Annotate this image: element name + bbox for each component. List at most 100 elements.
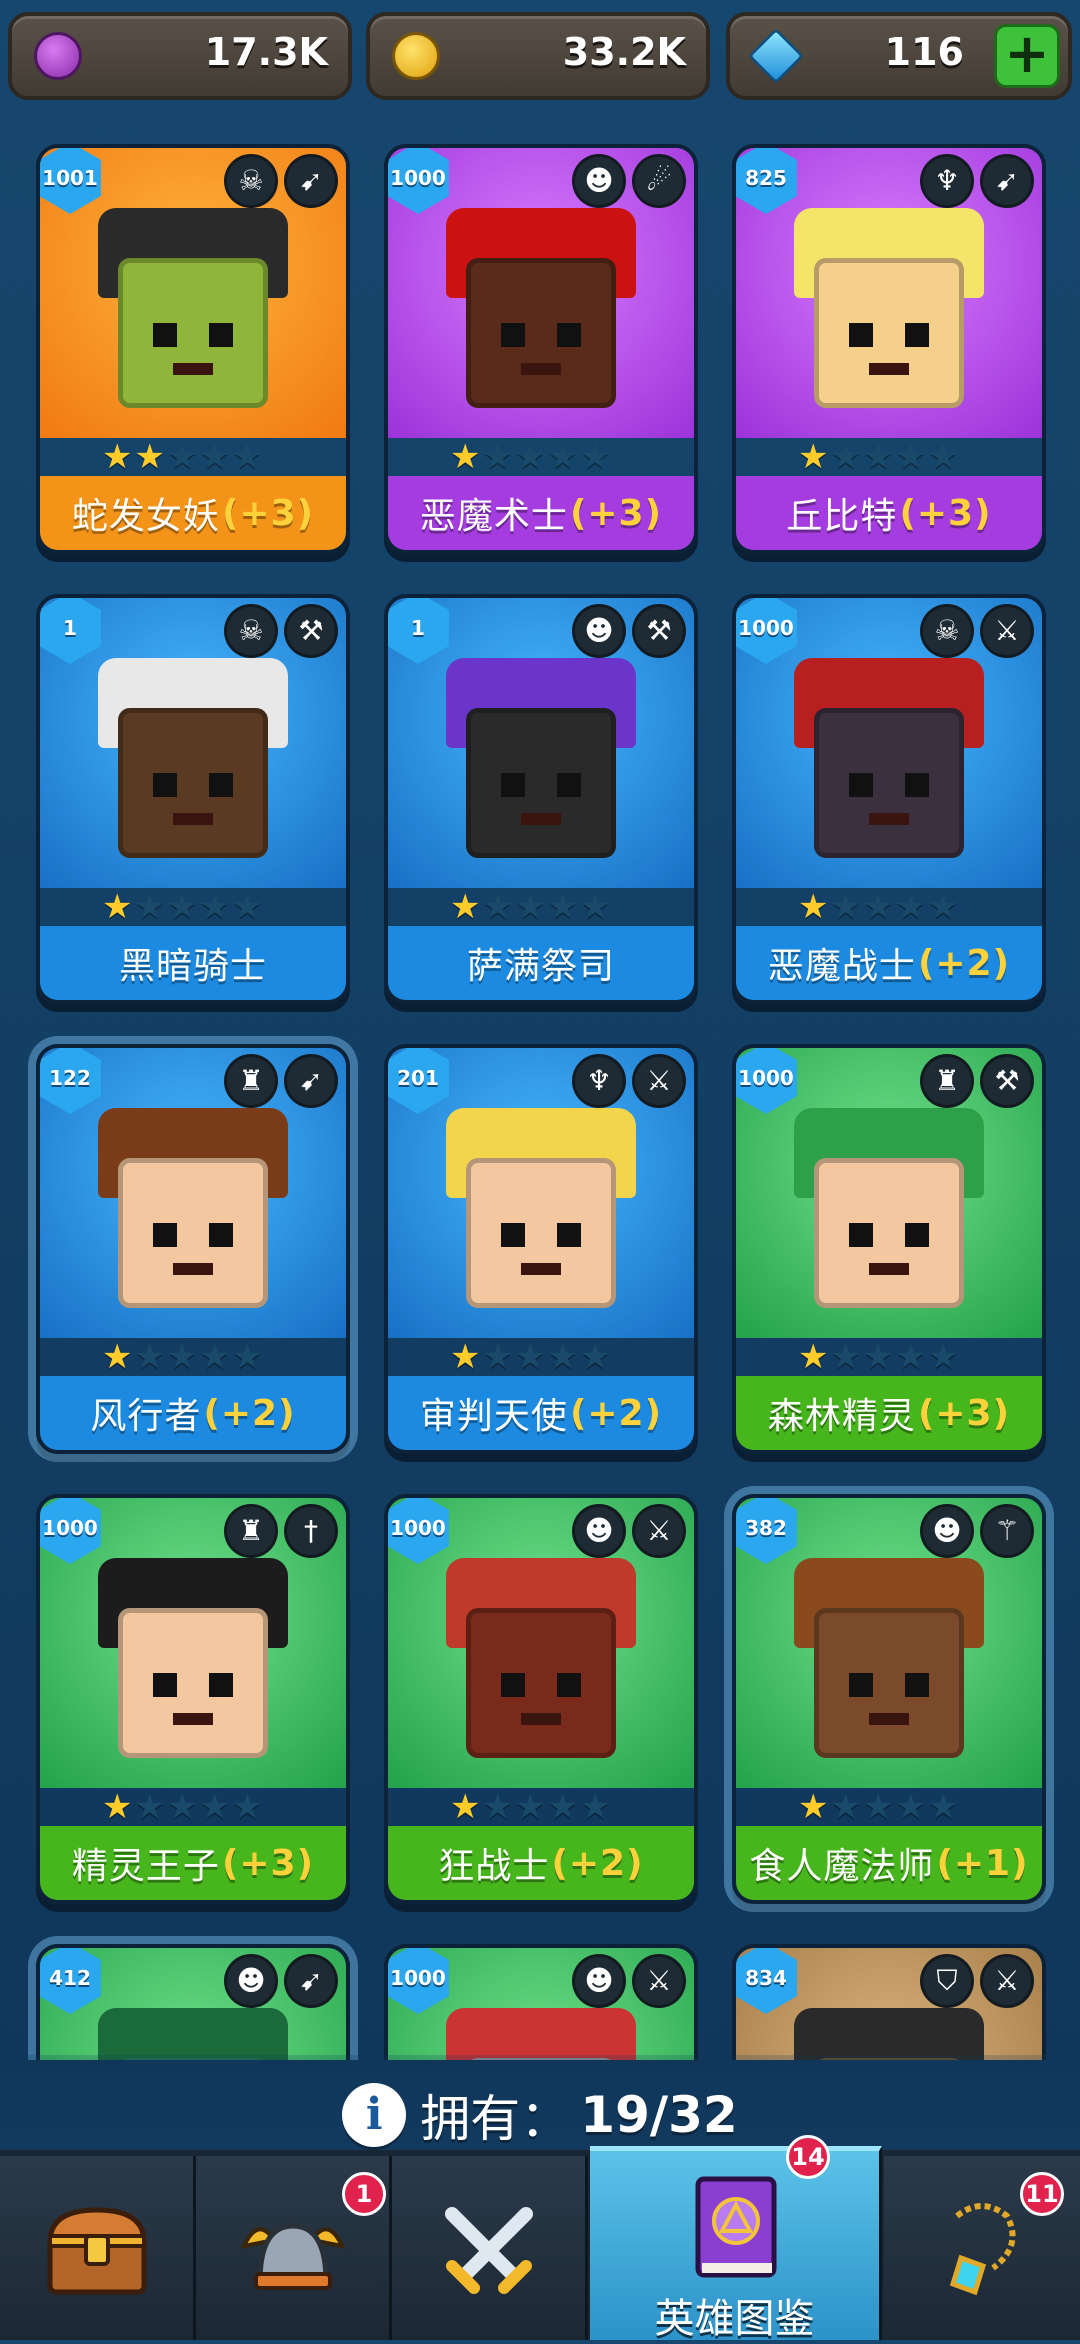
star-rating: ★ ★ ★ ★ ★ (450, 890, 610, 924)
hero-name: 狂战士 (438, 1846, 550, 1887)
star-rating: ★ ★ ★ ★ ★ (798, 440, 958, 474)
hero-eye (209, 773, 233, 797)
hero-card[interactable]: 1 ☻ ⚒ ★ ★ ★ ★ ★ 萨满祭司 (384, 594, 698, 1004)
hero-eye (501, 1223, 525, 1247)
hammer-icon: ⚒ (632, 604, 686, 658)
hero-face (118, 1608, 268, 1758)
hero-mouth (173, 813, 213, 825)
hero-eye (905, 323, 929, 347)
hero-eye (153, 773, 177, 797)
hero-mouth (521, 1713, 561, 1725)
hero-mouth (869, 1713, 909, 1725)
info-icon[interactable]: i (342, 2083, 407, 2147)
hero-face (814, 1158, 964, 1308)
owned-label: 拥有： (420, 2090, 571, 2148)
hero-hair (794, 2008, 984, 2060)
star-empty-icon: ★ (514, 887, 546, 927)
crossed-swords-icon (434, 2196, 544, 2306)
star-empty-icon: ★ (830, 1337, 861, 1377)
hero-eye (557, 1673, 581, 1697)
wings-icon: ♆ (572, 1054, 626, 1108)
hero-card[interactable]: 1000 ♜ † ★ ★ ★ ★ ★ 精灵王子 (+3) (36, 1494, 350, 1904)
hero-eye (849, 323, 873, 347)
star-filled-icon: ★ (798, 887, 829, 927)
sword-icon: ⚔ (980, 604, 1034, 658)
hero-mouth (869, 1263, 909, 1275)
star-empty-icon: ★ (199, 1337, 230, 1377)
hero-card[interactable]: 122 ♜ ➹ ★ ★ ★ ★ ★ 风行者 (+2) (36, 1044, 350, 1454)
hero-eye (501, 773, 525, 797)
hero-card[interactable]: 1 ☠ ⚒ ★ ★ ★ ★ ★ 黑暗骑士 (36, 594, 350, 1004)
ogre-icon: ☻ (572, 604, 626, 658)
star-empty-icon: ★ (231, 887, 263, 927)
bow-icon: ➹ (284, 154, 338, 208)
currency-gold-coin: 33.2K (366, 12, 710, 100)
tab-heroes[interactable]: 1 (196, 2156, 392, 2340)
star-filled-icon: ★ (798, 1787, 829, 1827)
purple-gem-coin-icon (34, 32, 82, 80)
star-empty-icon: ★ (862, 1787, 894, 1827)
hero-bonus: (+3) (221, 1842, 315, 1884)
hero-bonus: (+3) (221, 492, 315, 534)
hero-mouth (521, 813, 561, 825)
star-empty-icon: ★ (166, 887, 198, 927)
star-empty-icon: ★ (166, 1787, 198, 1827)
tab-treasure[interactable] (0, 2156, 196, 2340)
star-empty-icon: ★ (134, 887, 165, 927)
wings-icon: ♆ (920, 154, 974, 208)
star-empty-icon: ★ (482, 437, 513, 477)
star-rating: ★ ★ ★ ★ ★ (450, 1790, 610, 1824)
star-empty-icon: ★ (199, 437, 230, 477)
tab-battle[interactable] (392, 2156, 588, 2340)
add-diamond-button[interactable]: + (994, 24, 1060, 88)
hero-hair (446, 2008, 636, 2060)
star-filled-icon: ★ (450, 887, 481, 927)
hero-face (118, 708, 268, 858)
ogre-icon: ☻ (572, 154, 626, 208)
hero-name: 恶魔术士 (419, 496, 568, 537)
star-empty-icon: ★ (830, 887, 861, 927)
hero-card[interactable]: 382 ☻ ⚚ ★ ★ ★ ★ ★ 食人魔法师 (+1) (732, 1494, 1046, 1904)
tab-items[interactable]: 11 (884, 2156, 1080, 2340)
hero-eye (557, 1223, 581, 1247)
sword-icon: ⚔ (632, 1504, 686, 1558)
hero-mouth (173, 363, 213, 375)
hero-card[interactable]: 825 ♆ ➹ ★ ★ ★ ★ ★ 丘比特 (+3) (732, 144, 1046, 554)
hero-name-bar: 萨满祭司 (388, 926, 694, 1000)
skull-icon: ☠ (920, 604, 974, 658)
hero-card[interactable]: 1000 ☻ ⚔ (384, 1944, 698, 2060)
hero-mouth (173, 1263, 213, 1275)
hero-eye (849, 1223, 873, 1247)
star-empty-icon: ★ (514, 1337, 546, 1377)
ogre-icon: ☻ (920, 1504, 974, 1558)
star-empty-icon: ★ (579, 437, 611, 477)
hero-card[interactable]: 834 ⛉ ⚔ (732, 1944, 1046, 2060)
hero-name: 丘比特 (786, 496, 898, 537)
star-rating: ★ ★ ★ ★ ★ (102, 440, 262, 474)
star-empty-icon: ★ (862, 437, 894, 477)
star-filled-icon: ★ (102, 1337, 133, 1377)
currency-value: 33.2K (562, 30, 686, 74)
hero-face (466, 1158, 616, 1308)
hero-name-bar: 恶魔术士 (+3) (388, 476, 694, 550)
hero-card[interactable]: 1000 ♜ ⚒ ★ ★ ★ ★ ★ 森林精灵 (+3) (732, 1044, 1046, 1454)
star-rating: ★ ★ ★ ★ ★ (798, 1790, 958, 1824)
star-filled-icon: ★ (798, 437, 829, 477)
hero-face (118, 258, 268, 408)
hero-card[interactable]: 1000 ☻ ⚔ ★ ★ ★ ★ ★ 狂战士 (+2) (384, 1494, 698, 1904)
star-rating: ★ ★ ★ ★ ★ (102, 890, 262, 924)
hero-name-bar: 蛇发女妖 (+3) (40, 476, 346, 550)
hero-card[interactable]: 1001 ☠ ➹ ★ ★ ★ ★ ★ 蛇发女妖 (+3) (36, 144, 350, 554)
hero-card[interactable]: 201 ♆ ⚔ ★ ★ ★ ★ ★ 审判天使 (+2) (384, 1044, 698, 1454)
hero-card[interactable]: 1000 ☠ ⚔ ★ ★ ★ ★ ★ 恶魔战士 (+2) (732, 594, 1046, 1004)
hero-eye (905, 1223, 929, 1247)
star-empty-icon: ★ (134, 1337, 165, 1377)
hero-mouth (521, 363, 561, 375)
sword-icon: ⚔ (632, 1054, 686, 1108)
star-empty-icon: ★ (579, 1787, 611, 1827)
hero-eye (905, 1673, 929, 1697)
star-empty-icon: ★ (927, 887, 959, 927)
hero-card[interactable]: 1000 ☻ ☄ ★ ★ ★ ★ ★ 恶魔术士 (+3) (384, 144, 698, 554)
hero-card[interactable]: 412 ☻ ➹ (36, 1944, 350, 2060)
tab-hero-codex[interactable]: 英雄图鉴 14 (590, 2135, 882, 2342)
